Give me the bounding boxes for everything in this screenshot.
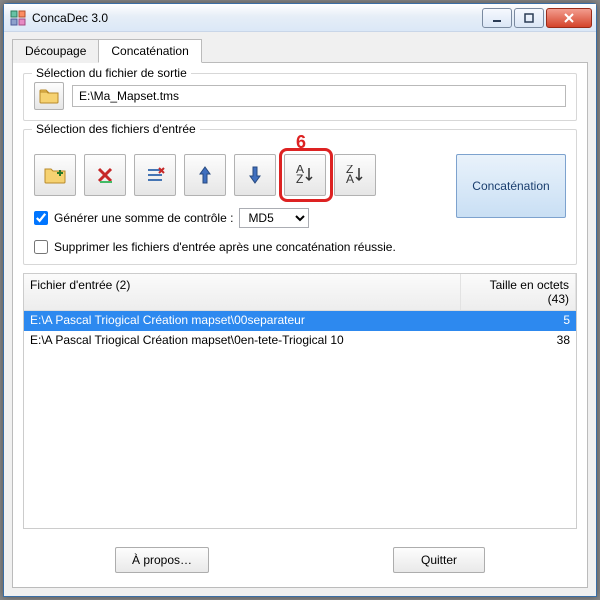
delete-after-label: Supprimer les fichiers d'entrée après un… <box>54 240 396 254</box>
row-size: 38 <box>461 333 570 347</box>
add-files-button[interactable] <box>34 154 76 196</box>
annotation-box <box>279 148 333 202</box>
output-group-title: Sélection du fichier de sortie <box>32 66 191 80</box>
titlebar: ConcaDec 3.0 <box>4 4 596 32</box>
concatenate-button-label: Concaténation <box>472 179 549 193</box>
input-group: Sélection des fichiers d'entrée 6 <box>23 129 577 265</box>
list-row[interactable]: E:\A Pascal Triogical Création mapset\0e… <box>24 331 576 349</box>
file-list-header: Fichier d'entrée (2) Taille en octets (4… <box>24 274 576 311</box>
app-window: ConcaDec 3.0 Découpage Concaténation Sél… <box>3 3 597 597</box>
col-header-size[interactable]: Taille en octets (43) <box>461 274 576 310</box>
output-group: Sélection du fichier de sortie <box>23 73 577 121</box>
output-path-input[interactable] <box>72 85 566 107</box>
tab-decoupage[interactable]: Découpage <box>12 39 99 63</box>
checksum-label: Générer une somme de contrôle : <box>54 211 233 225</box>
clear-list-button[interactable] <box>134 154 176 196</box>
input-toolbar: 6 <box>34 138 446 196</box>
checksum-checkbox[interactable] <box>34 211 48 225</box>
window-title: ConcaDec 3.0 <box>32 11 108 25</box>
close-button[interactable] <box>546 8 592 28</box>
row-size: 5 <box>461 313 570 329</box>
svg-text:A: A <box>346 172 354 185</box>
remove-file-button[interactable] <box>84 154 126 196</box>
concatenate-button[interactable]: Concaténation <box>456 154 566 218</box>
move-up-button[interactable] <box>184 154 226 196</box>
client-area: Découpage Concaténation Sélection du fic… <box>4 32 596 596</box>
tab-panel-concatenation: Sélection du fichier de sortie Sélection… <box>12 62 588 588</box>
file-list: Fichier d'entrée (2) Taille en octets (4… <box>23 273 577 529</box>
row-path: E:\A Pascal Triogical Création mapset\0e… <box>30 333 461 347</box>
maximize-button[interactable] <box>514 8 544 28</box>
delete-after-checkbox[interactable] <box>34 240 48 254</box>
sort-za-button[interactable]: ZA <box>334 154 376 196</box>
row-path: E:\A Pascal Triogical Création mapset\00… <box>30 313 461 329</box>
tab-concatenation[interactable]: Concaténation <box>98 39 201 63</box>
list-row[interactable]: E:\A Pascal Triogical Création mapset\00… <box>24 311 576 331</box>
move-down-button[interactable] <box>234 154 276 196</box>
about-button[interactable]: À propos… <box>115 547 209 573</box>
checksum-select[interactable]: MD5 <box>239 208 309 228</box>
footer: À propos… Quitter <box>23 537 577 577</box>
input-group-title: Sélection des fichiers d'entrée <box>32 122 200 136</box>
browse-output-button[interactable] <box>34 82 64 110</box>
tab-bar: Découpage Concaténation <box>12 39 588 63</box>
col-header-path[interactable]: Fichier d'entrée (2) <box>24 274 461 310</box>
quit-button[interactable]: Quitter <box>393 547 485 573</box>
minimize-button[interactable] <box>482 8 512 28</box>
app-icon <box>10 10 26 26</box>
